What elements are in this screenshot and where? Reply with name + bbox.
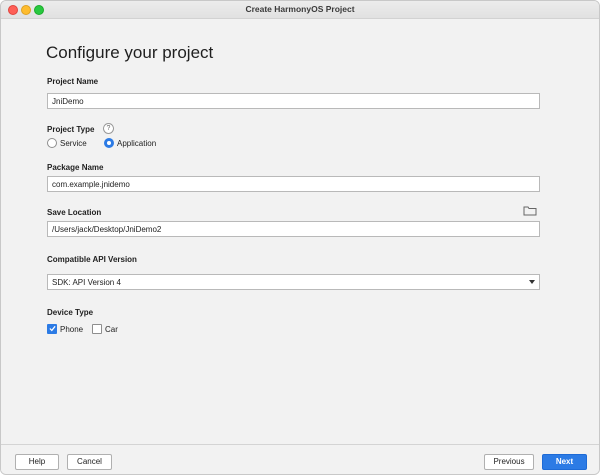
service-radio-label: Service	[60, 139, 87, 148]
title-bar: Create HarmonyOS Project	[1, 1, 599, 19]
package-name-label: Package Name	[47, 163, 104, 172]
save-location-label: Save Location	[47, 208, 102, 217]
package-name-input[interactable]: com.example.jnidemo	[47, 176, 540, 192]
project-name-input[interactable]: JniDemo	[47, 93, 540, 109]
project-wizard-window: Create HarmonyOS Project Configure your …	[0, 0, 600, 475]
folder-icon[interactable]	[523, 205, 537, 216]
api-version-label: Compatible API Version	[47, 255, 137, 264]
help-icon[interactable]: ?	[103, 123, 114, 134]
previous-button[interactable]: Previous	[484, 454, 534, 470]
project-name-label: Project Name	[47, 77, 99, 86]
phone-checkbox[interactable]	[47, 324, 57, 334]
wizard-footer: Help Cancel Previous Next	[1, 444, 599, 474]
check-icon	[49, 325, 56, 332]
application-radio[interactable]	[104, 138, 114, 148]
device-type-label: Device Type	[47, 308, 94, 317]
car-checkbox[interactable]	[92, 324, 102, 334]
api-version-select[interactable]: SDK: API Version 4	[47, 274, 540, 290]
next-button[interactable]: Next	[542, 454, 587, 470]
cancel-button[interactable]: Cancel	[67, 454, 112, 470]
help-button[interactable]: Help	[15, 454, 59, 470]
service-radio[interactable]	[47, 138, 57, 148]
application-radio-label: Application	[117, 139, 157, 148]
project-type-label: Project Type	[47, 125, 95, 134]
car-checkbox-label: Car	[105, 325, 118, 334]
window-title: Create HarmonyOS Project	[245, 4, 355, 14]
save-location-input[interactable]: /Users/jack/Desktop/JniDemo2	[47, 221, 540, 237]
page-title: Configure your project	[46, 43, 214, 62]
chevron-down-icon[interactable]	[529, 280, 535, 284]
wizard-content: Configure your project Project Name JniD…	[1, 20, 599, 444]
phone-checkbox-label: Phone	[60, 325, 84, 334]
